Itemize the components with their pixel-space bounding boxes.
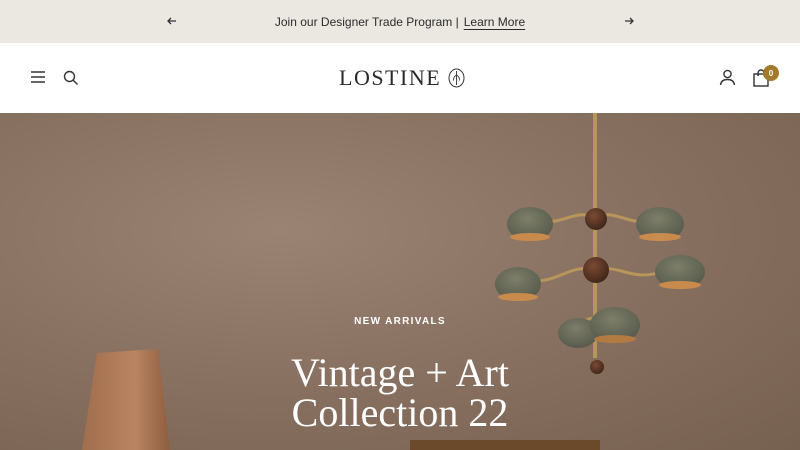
brand-logo[interactable]: LOSTINE: [339, 65, 465, 91]
announcement-text: Join our Designer Trade Program |: [274, 14, 459, 29]
hero-eyebrow: NEW ARRIVALS: [354, 316, 446, 327]
site-header: LOSTINE 0: [0, 43, 800, 114]
hero-title-line-1: Vintage + Art: [291, 350, 509, 395]
account-icon[interactable]: [719, 69, 736, 86]
leaf-emblem-icon: [448, 68, 465, 88]
announcement-bar: Join our Designer Trade Program | Learn …: [0, 0, 800, 43]
announcement-message: Join our Designer Trade Program | Learn …: [275, 15, 525, 29]
hamburger-menu-icon[interactable]: [30, 70, 46, 84]
arrow-right-icon[interactable]: [621, 13, 637, 29]
learn-more-link[interactable]: Learn More: [464, 15, 525, 29]
hero-banner[interactable]: NEW ARRIVALS Vintage + Art Collection 22: [0, 113, 800, 450]
picture-frame: [410, 440, 600, 450]
cart-count-badge: 0: [763, 65, 779, 81]
hero-headline: Vintage + Art Collection 22: [0, 353, 800, 433]
search-icon[interactable]: [63, 70, 79, 86]
logo-text: LOSTINE: [339, 65, 442, 90]
hero-title-line-2: Collection 22: [291, 390, 509, 435]
arrow-left-icon[interactable]: [164, 13, 180, 29]
